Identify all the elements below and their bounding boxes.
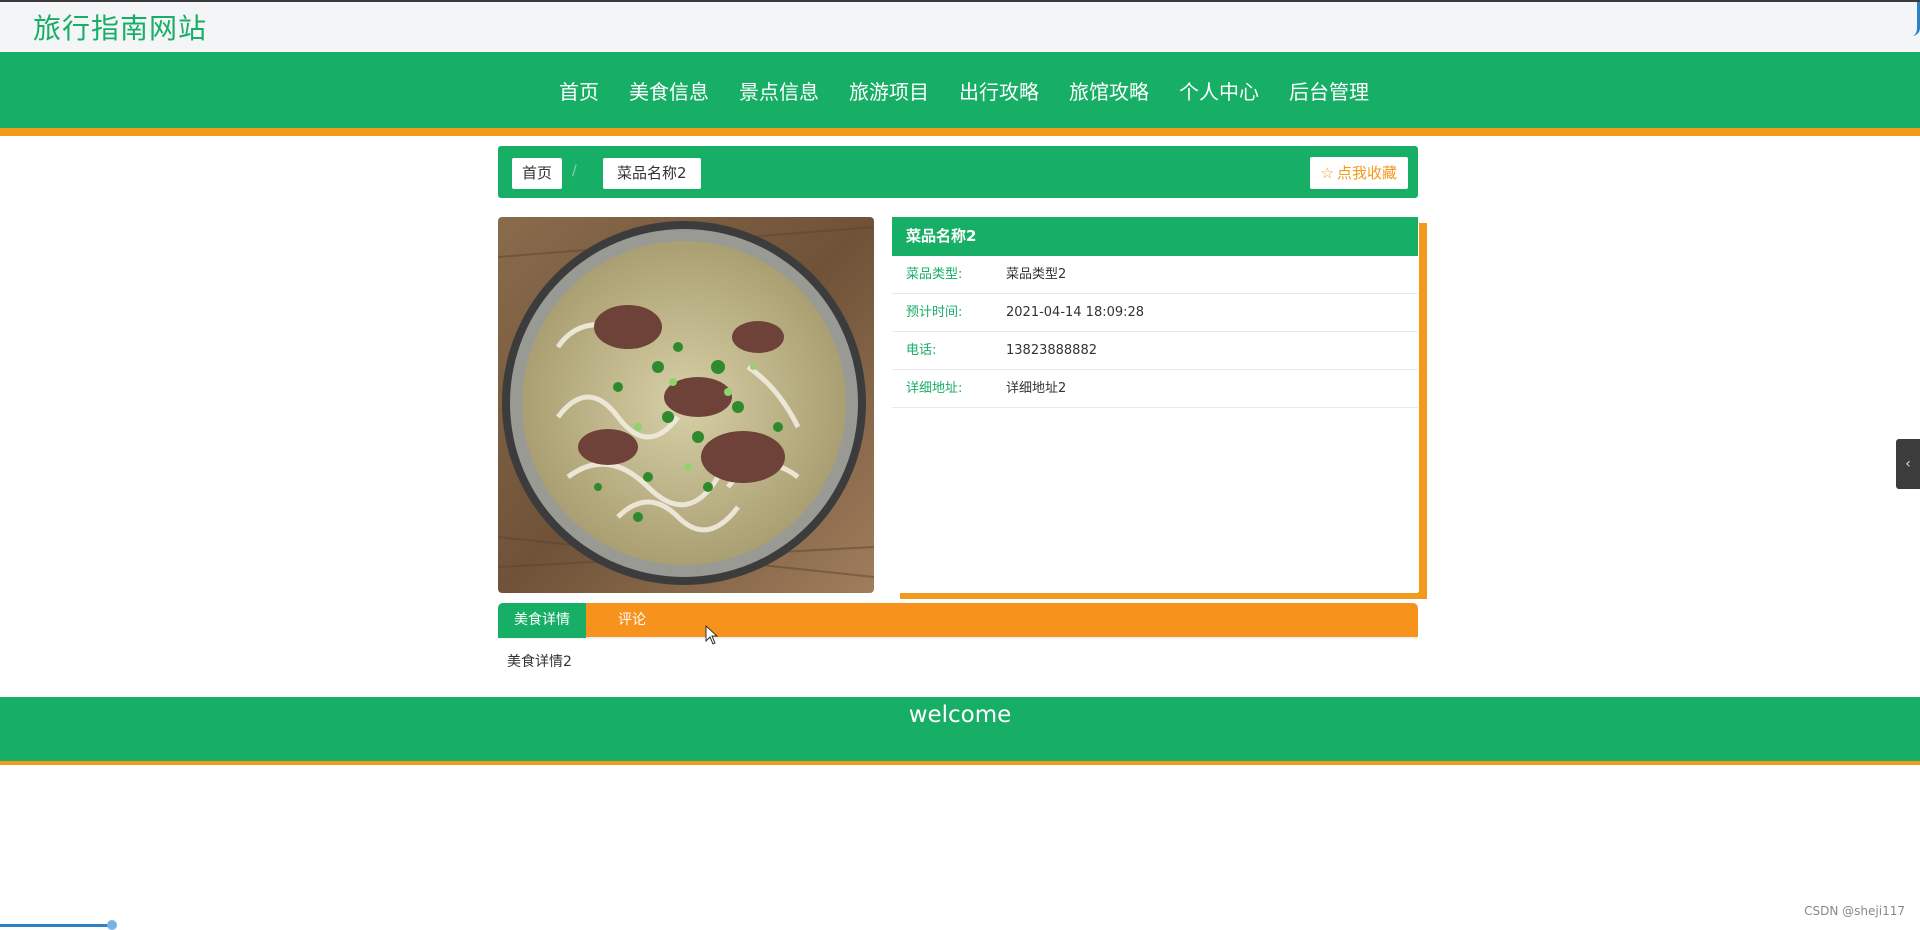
info-value: 13823888882 <box>1006 343 1097 358</box>
side-panel-toggle[interactable]: ‹ <box>1896 439 1920 489</box>
nav-item-travel-guide[interactable]: 出行攻略 <box>944 76 1054 105</box>
detail-tabs: 美食详情 评论 <box>498 603 1418 639</box>
food-detail-text: 美食详情2 <box>507 654 572 670</box>
info-value: 菜品类型2 <box>1006 267 1067 282</box>
food-photo <box>498 217 874 593</box>
site-title[interactable]: 旅行指南网站 <box>33 7 207 47</box>
nav-item-admin[interactable]: 后台管理 <box>1274 76 1384 105</box>
footer: welcome <box>0 697 1920 765</box>
nav-item-home[interactable]: 首页 <box>544 76 614 105</box>
nav-item-food[interactable]: 美食信息 <box>614 76 724 105</box>
info-value: 详细地址2 <box>1006 381 1067 396</box>
breadcrumb-current: 菜品名称2 <box>603 158 701 189</box>
info-label: 详细地址: <box>906 381 963 396</box>
info-panel: 菜品名称2 菜品类型: 菜品类型2 预计时间: 2021-04-14 18:09… <box>892 217 1418 593</box>
scroll-indicator <box>1909 2 1920 36</box>
top-header: 旅行指南网站 <box>0 0 1920 52</box>
info-row: 菜品类型: 菜品类型2 <box>892 256 1418 294</box>
nav-item-profile[interactable]: 个人中心 <box>1164 76 1274 105</box>
dish-name: 菜品名称2 <box>892 217 1418 256</box>
info-value: 2021-04-14 18:09:28 <box>1006 305 1145 320</box>
tab-food-detail[interactable]: 美食详情 <box>498 603 586 638</box>
info-row: 电话: 13823888882 <box>892 332 1418 370</box>
nav-item-tours[interactable]: 旅游项目 <box>834 76 944 105</box>
footer-text: welcome <box>908 702 1012 728</box>
info-label: 预计时间: <box>906 305 963 320</box>
info-label: 菜品类型: <box>906 267 963 282</box>
bottom-scrollbar[interactable] <box>0 924 112 927</box>
watermark: CSDN @sheji117 <box>1804 904 1905 918</box>
info-row: 详细地址: 详细地址2 <box>892 370 1418 408</box>
info-row: 预计时间: 2021-04-14 18:09:28 <box>892 294 1418 332</box>
nav-item-attractions[interactable]: 景点信息 <box>724 76 834 105</box>
main-nav: 首页 美食信息 景点信息 旅游项目 出行攻略 旅馆攻略 个人中心 后台管理 <box>0 52 1920 136</box>
breadcrumb-separator: / <box>572 163 577 179</box>
favorite-button[interactable]: ☆ 点我收藏 <box>1309 157 1408 189</box>
tab-comments[interactable]: 评论 <box>618 603 646 638</box>
favorite-button-label: 点我收藏 <box>1336 164 1397 182</box>
breadcrumb-home[interactable]: 首页 <box>512 158 563 189</box>
info-label: 电话: <box>906 343 937 358</box>
breadcrumb: 首页 / 菜品名称2 ☆ 点我收藏 <box>498 146 1418 198</box>
chevron-left-icon: ‹ <box>1905 456 1911 472</box>
star-outline-icon: ☆ <box>1320 164 1334 182</box>
nav-item-hotel-guide[interactable]: 旅馆攻略 <box>1054 76 1164 105</box>
